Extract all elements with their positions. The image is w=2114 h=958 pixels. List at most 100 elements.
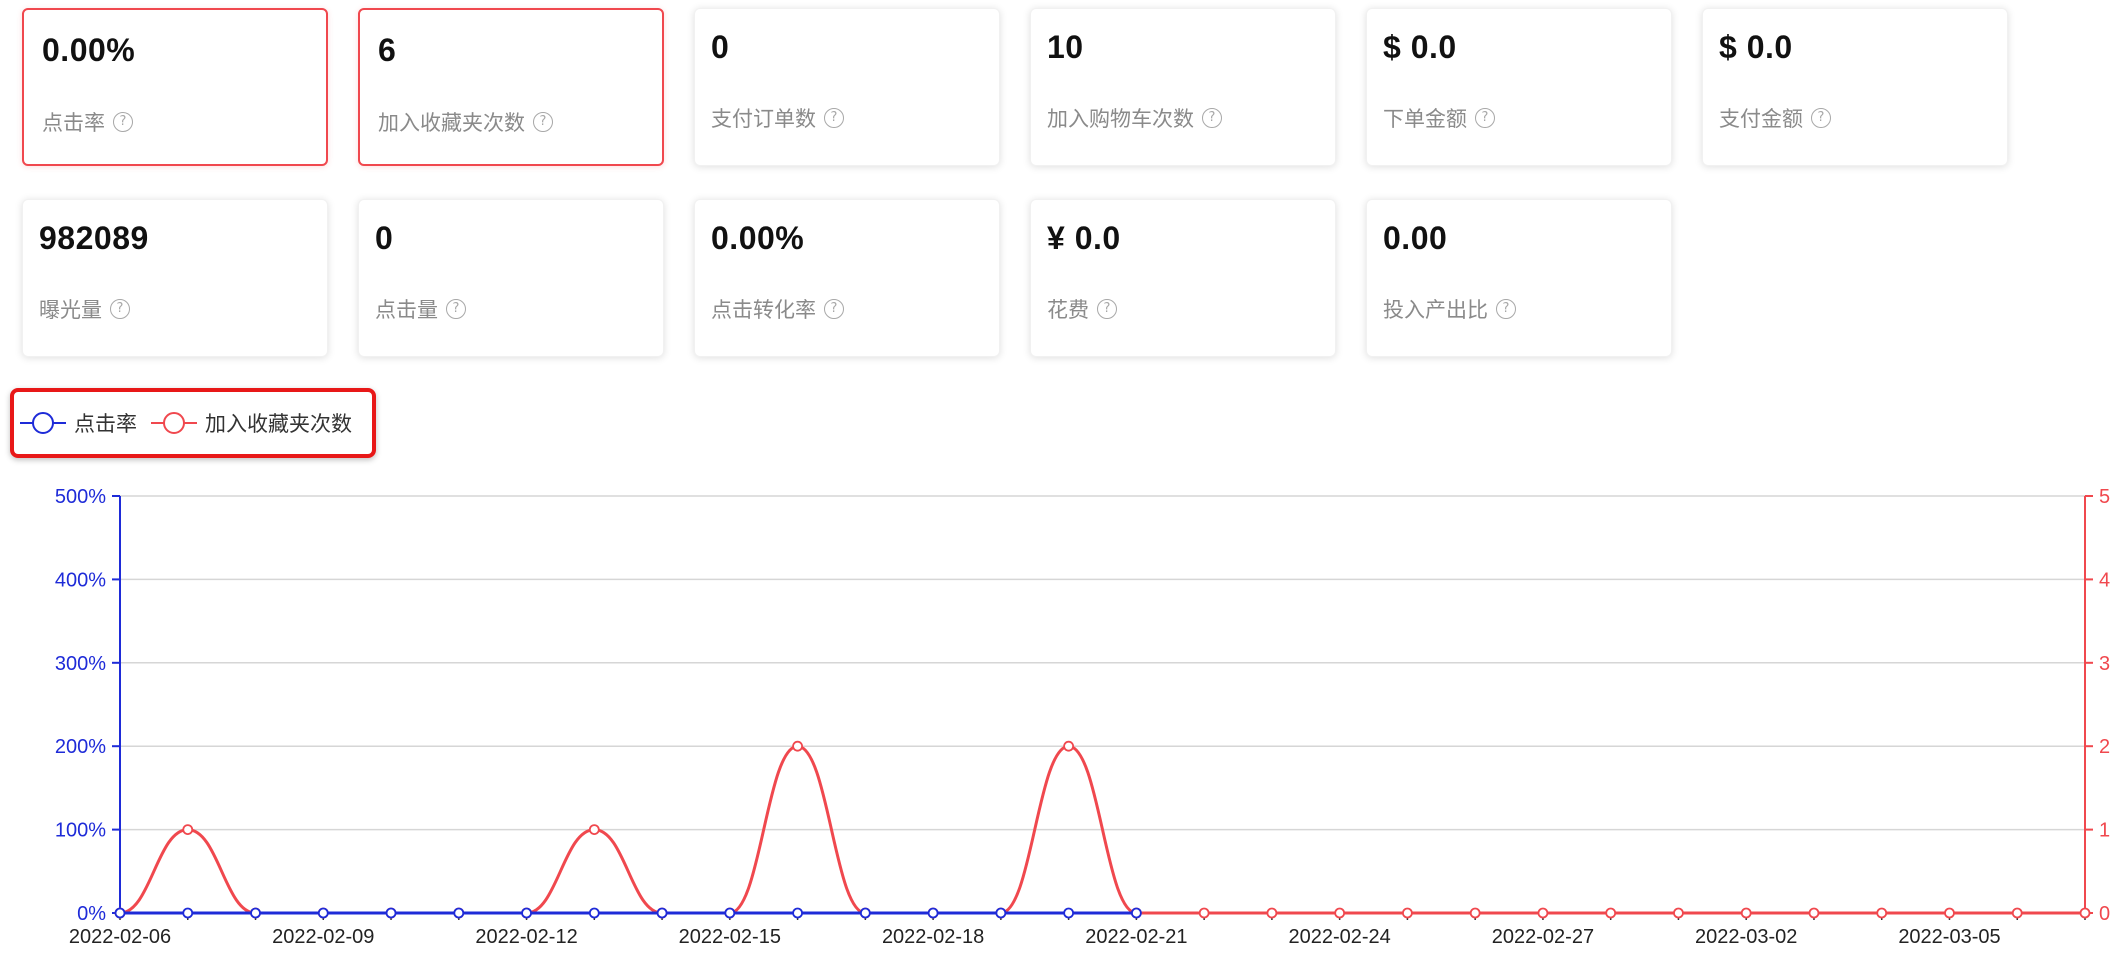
metric-value: 0 [375, 220, 394, 256]
data-point [1537, 907, 1549, 919]
x-tick-label: 2022-02-21 [1085, 926, 1187, 948]
data-point [2079, 907, 2091, 919]
y-tick-label-left: 400% [55, 569, 106, 591]
question-circle-icon[interactable]: ? [110, 299, 130, 319]
metric-value: 0.00% [42, 32, 136, 68]
data-point [1605, 907, 1617, 919]
data-point [1808, 907, 1820, 919]
legend-item-click-rate[interactable]: 点击率 [20, 408, 137, 438]
question-circle-icon[interactable]: ? [1475, 108, 1495, 128]
metric-label-text: 花费 [1047, 299, 1089, 322]
data-point [1673, 907, 1684, 919]
y-tick-label-right: 0 [2099, 903, 2110, 925]
question-circle-icon[interactable]: ? [1097, 299, 1117, 319]
metric-card[interactable]: 0.00% 点击率? [22, 8, 328, 166]
metric-label-text: 加入购物车次数 [1047, 108, 1194, 131]
data-point [182, 824, 194, 836]
metric-label: 加入购物车次数? [1047, 103, 1222, 133]
metric-label-text: 点击率 [42, 112, 105, 135]
metric-value: 0 [711, 29, 730, 65]
metric-card[interactable]: 0 支付订单数? [694, 8, 1000, 166]
question-circle-icon[interactable]: ? [824, 299, 844, 319]
data-point [927, 907, 939, 919]
data-point [521, 907, 532, 919]
metric-card[interactable]: ¥ 0.0 花费? [1030, 199, 1336, 357]
legend-item-favorites[interactable]: 加入收藏夹次数 [151, 408, 352, 438]
data-point [995, 907, 1007, 919]
y-tick-label-right: 5 [2099, 486, 2110, 508]
metric-label-text: 点击量 [375, 299, 438, 322]
metric-value: 0.00 [1383, 220, 1448, 256]
data-point [1130, 907, 1142, 919]
question-circle-icon[interactable]: ? [113, 112, 133, 132]
metric-card[interactable]: $ 0.0 下单金额? [1366, 8, 1672, 166]
y-tick-label-right: 4 [2099, 569, 2110, 591]
question-circle-icon[interactable]: ? [1496, 299, 1516, 319]
data-point [1198, 907, 1210, 919]
x-tick-label: 2022-02-15 [679, 926, 781, 948]
metric-label: 支付订单数? [711, 103, 844, 133]
metric-label: 下单金额? [1383, 103, 1495, 133]
y-tick-label-right: 2 [2099, 736, 2110, 758]
data-point [1266, 907, 1278, 919]
x-tick-label: 2022-02-24 [1288, 926, 1390, 948]
metric-value: 10 [1047, 29, 1084, 65]
data-point [1944, 907, 1955, 919]
metric-label-text: 投入产出比 [1383, 299, 1488, 322]
data-point [588, 907, 600, 919]
metric-label: 点击转化率? [711, 294, 844, 324]
legend-line-circle-icon [151, 412, 197, 434]
data-point [1402, 907, 1413, 919]
metric-label: 加入收藏夹次数? [378, 107, 553, 137]
y-tick-label-left: 500% [55, 486, 106, 508]
question-circle-icon[interactable]: ? [533, 112, 553, 132]
question-circle-icon[interactable]: ? [1811, 108, 1831, 128]
metric-card[interactable]: $ 0.0 支付金额? [1702, 8, 2008, 166]
data-point [1334, 907, 1346, 919]
data-point [1876, 907, 1888, 919]
metric-label-text: 点击转化率 [711, 299, 816, 322]
data-point [724, 907, 736, 919]
metric-card[interactable]: 0.00 投入产出比? [1366, 199, 1672, 357]
metric-card[interactable]: 982089 曝光量? [22, 199, 328, 357]
question-circle-icon[interactable]: ? [824, 108, 844, 128]
metric-label: 花费? [1047, 294, 1117, 324]
metric-card[interactable]: 6 加入收藏夹次数? [358, 8, 664, 166]
legend-line-circle-icon [20, 412, 66, 434]
y-tick-label-left: 100% [55, 820, 106, 842]
metric-label: 曝光量? [39, 294, 130, 324]
data-point [114, 907, 126, 919]
metric-value: ¥ 0.0 [1047, 220, 1121, 256]
metric-label-text: 支付金额 [1719, 108, 1803, 131]
data-point [792, 740, 803, 752]
question-circle-icon[interactable]: ? [1202, 108, 1222, 128]
x-tick-label: 2022-02-18 [882, 926, 984, 948]
y-tick-label-left: 300% [55, 653, 106, 675]
x-tick-label: 2022-02-27 [1492, 926, 1594, 948]
legend-label: 加入收藏夹次数 [205, 413, 352, 436]
metric-value: $ 0.0 [1719, 29, 1793, 65]
metric-card[interactable]: 10 加入购物车次数? [1030, 8, 1336, 166]
x-tick-label: 2022-03-05 [1898, 926, 2000, 948]
x-tick-label: 2022-03-02 [1695, 926, 1797, 948]
line-chart: 0% 100% 200% 300% 400% 500% 0 1 2 3 4 5 2022-02-06 20… [55, 486, 2110, 948]
metric-value: 6 [378, 32, 397, 68]
metric-label-text: 支付订单数 [711, 108, 816, 131]
metric-value: 0.00% [711, 220, 805, 256]
metric-label-text: 曝光量 [39, 299, 102, 322]
metric-card[interactable]: 0 点击量? [358, 199, 664, 357]
data-point [1740, 907, 1752, 919]
data-point [859, 907, 871, 919]
metric-card[interactable]: 0.00% 点击转化率? [694, 199, 1000, 357]
x-tick-label: 2022-02-12 [475, 926, 577, 948]
data-point [453, 907, 465, 919]
data-point [1063, 907, 1075, 919]
metric-label: 投入产出比? [1383, 294, 1516, 324]
y-tick-label-left: 200% [55, 736, 106, 758]
question-circle-icon[interactable]: ? [446, 299, 466, 319]
metric-value: $ 0.0 [1383, 29, 1457, 65]
data-point [656, 907, 668, 919]
metric-label-text: 下单金额 [1383, 108, 1467, 131]
legend-label: 点击率 [74, 413, 137, 436]
data-point [385, 907, 397, 919]
